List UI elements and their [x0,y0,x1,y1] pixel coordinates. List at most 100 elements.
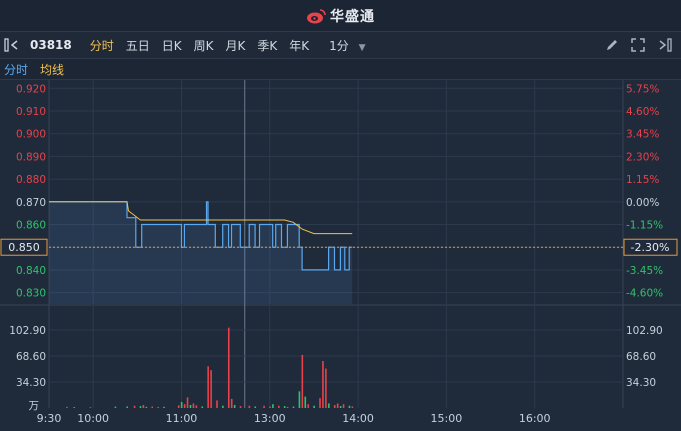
price-tick-label: 0.880 [16,174,46,186]
volume-tick-label: 102.90 [9,325,46,337]
volume-bar [283,406,286,408]
fullscreen-icon[interactable] [631,38,645,52]
volume-bar [336,403,339,408]
volume-bar [313,405,315,408]
tab-intraday[interactable]: 分时 [84,37,120,54]
volume-bar [126,406,129,408]
volume-bar [145,406,148,408]
volume-bar [177,405,180,408]
volume-bar [351,406,354,408]
volume-bar [163,406,165,408]
time-tick-label: 10:00 [77,412,109,425]
volume-bar [89,407,92,409]
percent-tick-label: 1.15% [626,174,659,186]
toolbar: 03818 分时 五日 日K 周K 月K 季K 年K 1分 ▼ [0,32,681,59]
volume-bar [307,404,310,408]
volume-tick-label-right: 68.60 [626,351,656,363]
volume-tick-label-right: 102.90 [626,325,663,337]
volume-bar [186,397,189,408]
pencil-icon[interactable] [605,38,619,52]
tab-yearly-k[interactable]: 年K [283,37,315,54]
volume-tick-label: 34.30 [16,377,46,389]
volume-bar [298,391,301,408]
volume-bar [66,406,68,408]
legend-price-line: 分时 [4,62,29,77]
percent-tick-label: 5.75% [626,83,659,95]
price-tick-label: 0.830 [16,288,46,300]
price-tick-label: 0.870 [16,197,46,209]
price-tick-label: 0.860 [16,220,46,232]
collapse-right-icon[interactable] [657,38,673,52]
collapse-left-icon[interactable] [4,38,20,52]
volume-bar [195,405,198,408]
percent-tick-label: -3.45% [626,265,663,277]
tab-five-day[interactable]: 五日 [120,37,156,54]
tab-monthly-k[interactable]: 月K [220,37,252,54]
volume-bar [339,406,342,408]
toolbar-actions [605,32,673,58]
percent-tick-label: 2.30% [626,151,659,163]
volume-bar [157,407,159,408]
volume-bar [227,327,230,408]
time-tick-label: 13:00 [254,412,286,425]
percent-tick-label: 0.00% [626,197,659,209]
volume-bar [325,368,327,408]
current-pct-value: -2.30% [631,241,670,254]
price-tick-label: 0.920 [16,83,46,95]
chevron-down-icon: ▼ [358,42,366,53]
volume-bar [322,361,324,408]
minute-select[interactable]: 1分 ▼ [323,37,371,54]
volume-bar [230,398,233,408]
volume-bar [222,405,224,408]
stock-code: 03818 [30,38,72,52]
volume-bar [201,406,204,408]
volume-bar [272,404,274,408]
volume-bar [216,400,218,408]
percent-tick-label: 3.45% [626,129,659,141]
volume-bar [254,406,257,408]
volume-bar [319,398,321,408]
percent-tick-label: 4.60% [626,106,659,118]
volume-bar [189,404,192,408]
tab-weekly-k[interactable]: 周K [188,37,220,54]
minute-select-value: 1分 [329,38,349,53]
weibo-logo-icon [307,8,326,23]
volume-bar [278,405,280,408]
price-tick-label: 0.890 [16,151,46,163]
tab-daily-k[interactable]: 日K [156,37,188,54]
volume-bar [180,401,183,408]
volume-bar [207,366,209,408]
volume-bar [286,406,289,408]
volume-bar [133,405,136,408]
time-tick-label: 16:00 [519,412,551,425]
brand-name: 华盛通 [330,8,375,25]
time-tick-label: 14:00 [342,412,374,425]
volume-bar [73,407,76,408]
current-price-value: 0.850 [8,241,40,254]
volume-bar [328,403,330,408]
volume-tick-label: 68.60 [16,351,46,363]
volume-bar [292,406,295,408]
volume-bar [183,404,186,408]
tab-quarterly-k[interactable]: 季K [251,37,283,54]
legend-average-line: 均线 [40,62,65,77]
volume-bar [348,405,351,408]
volume-bar [342,404,345,408]
price-tick-label: 0.840 [16,265,46,277]
volume-bar [301,354,304,408]
volume-bar [248,405,251,408]
volume-bar [263,405,265,408]
volume-bar [151,406,154,408]
intraday-chart[interactable]: 0.920 5.75% 0.910 4.60% 0.900 3.45% 0.890 2.30%… [0,80,681,431]
volume-bar [139,406,142,408]
time-tick-label: 11:00 [166,412,198,425]
volume-unit: 万 [29,400,40,412]
time-tick-label: 9:30 [37,412,62,425]
brand: 华盛通 [306,6,375,26]
percent-tick-label: -4.60% [626,288,663,300]
volume-bar [333,404,336,408]
volume-bar [304,396,307,408]
volume-bar [239,406,242,408]
volume-bar [210,370,212,408]
volume-bar [142,404,145,408]
